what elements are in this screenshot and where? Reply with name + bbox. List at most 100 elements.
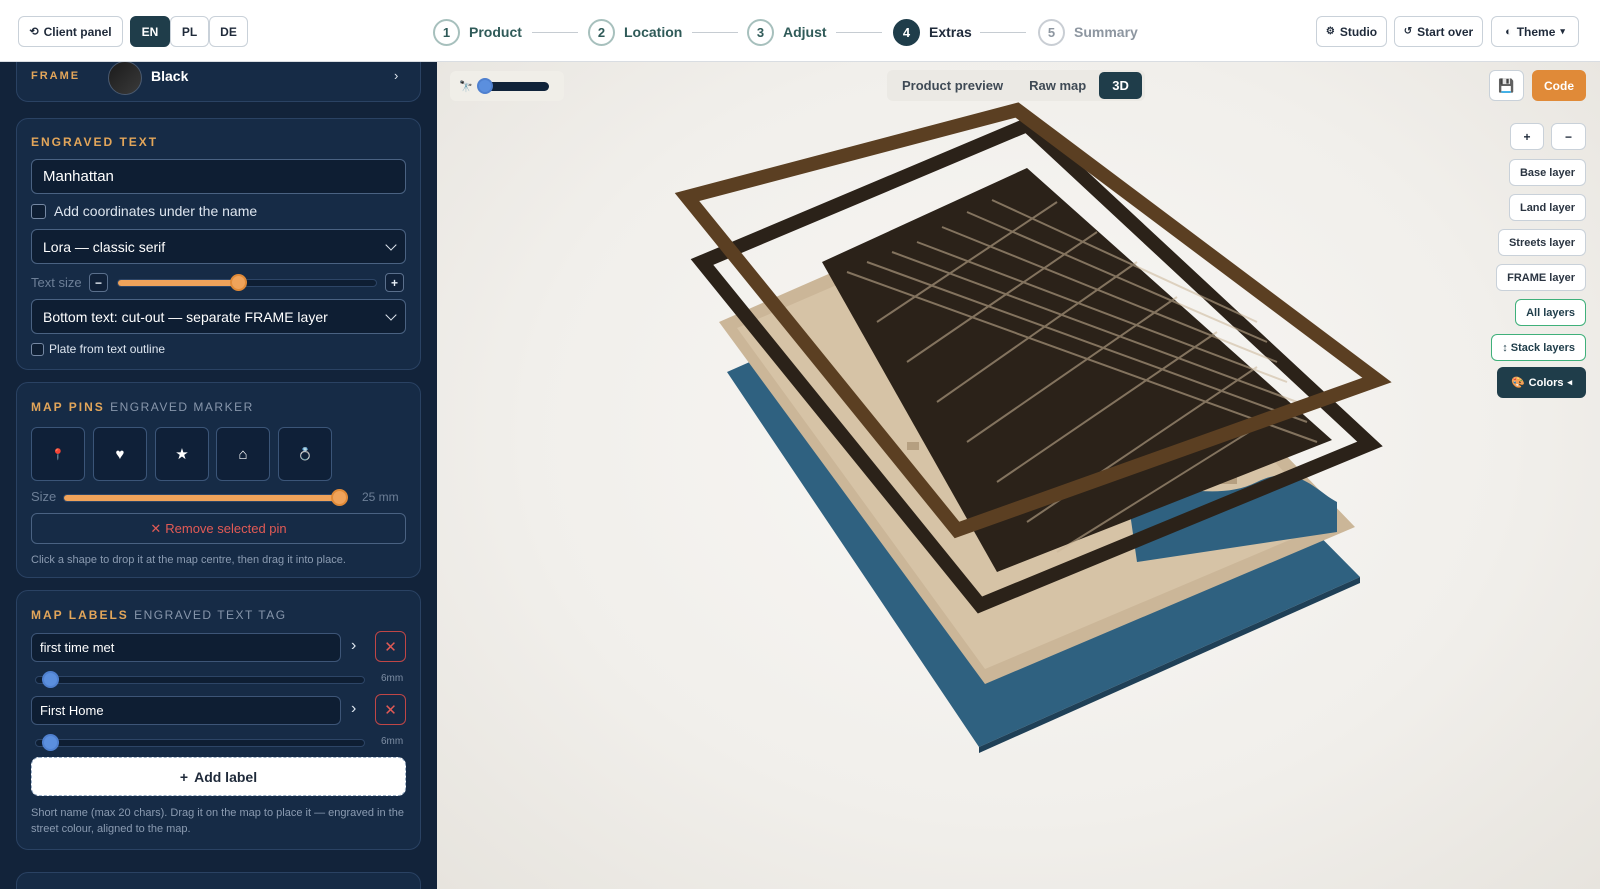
base-layer-button[interactable]: Base layer xyxy=(1508,159,1586,186)
pin-shape-heart[interactable]: ♥ xyxy=(93,427,147,481)
label-text-input[interactable]: First Home xyxy=(31,696,341,725)
slider-handle[interactable] xyxy=(42,734,59,751)
remove-pin-button[interactable]: ✕ Remove selected pin xyxy=(31,513,406,544)
slider-handle[interactable] xyxy=(331,489,348,506)
home-icon: ⌂ xyxy=(238,445,248,463)
section-title: MAP PINS ENGRAVED MARKER xyxy=(31,400,254,414)
slider-fill xyxy=(118,280,237,286)
chevron-right-icon[interactable]: › xyxy=(351,637,363,655)
label-size-value: 6mm xyxy=(381,736,404,747)
zoom-out-button[interactable]: − xyxy=(1551,123,1586,150)
theme-button[interactable]: ◐ Theme ▾ xyxy=(1491,16,1579,47)
section-title-text: MAP LABELS xyxy=(31,608,129,622)
pin-shape-star[interactable]: ★ xyxy=(155,427,209,481)
step-label: Product xyxy=(469,24,522,40)
stack-icon: ↕ xyxy=(1502,341,1508,354)
pins-hint: Click a shape to drop it at the map cent… xyxy=(31,554,346,566)
land-layer-button[interactable]: Land layer xyxy=(1508,194,1586,221)
label-text-input[interactable]: first time met xyxy=(31,633,341,662)
frame-card[interactable]: FRAME Black › xyxy=(16,62,421,102)
step-extras[interactable]: 4 Extras xyxy=(893,18,972,46)
plus-icon: + xyxy=(179,768,189,785)
section-title: ENGRAVED TEXT xyxy=(31,135,159,149)
step-summary[interactable]: 5 Summary xyxy=(1038,18,1138,46)
lang-pl-button[interactable]: PL xyxy=(170,16,209,47)
bottom-text-select[interactable]: Bottom text: cut-out — separate FRAME la… xyxy=(31,299,406,334)
client-panel-button[interactable]: ⟲ Client panel xyxy=(18,16,123,47)
plate-checkbox-label: Plate from text outline xyxy=(49,342,166,356)
add-label-button[interactable]: + Add label xyxy=(31,757,406,796)
caret-down-icon: ▾ xyxy=(1560,26,1565,36)
save-icon: 💾 xyxy=(1498,77,1515,93)
code-button[interactable]: Code xyxy=(1532,70,1586,101)
stack-layers-label: Stack layers xyxy=(1510,341,1575,354)
slider-handle[interactable] xyxy=(229,274,247,291)
top-bar: ⟲ Client panel EN PL DE 1 Product 2 Loca… xyxy=(0,0,1600,62)
step-number: 1 xyxy=(433,18,460,46)
label-size-slider[interactable] xyxy=(35,671,365,688)
sidebar: FRAME Black › ENGRAVED TEXT Manhattan Ad… xyxy=(0,62,437,889)
section-subtitle: ENGRAVED MARKER xyxy=(110,400,254,414)
map-3d-viewport[interactable]: 🔭 Product preview Raw map 3D 💾 Code + − … xyxy=(437,62,1600,889)
colors-button[interactable]: 🎨 Colors ◂ xyxy=(1497,367,1586,398)
map-pins-card: MAP PINS ENGRAVED MARKER 📍 ♥ ★ ⌂ 💍 Size … xyxy=(16,382,421,578)
pin-shape-map-pin[interactable]: 📍 xyxy=(31,427,85,481)
start-over-button[interactable]: ↺ Start over xyxy=(1394,16,1483,47)
pin-size-slider[interactable] xyxy=(63,489,348,506)
text-size-label: Text size xyxy=(31,275,82,290)
pin-size-label: Size xyxy=(31,489,57,504)
chevron-down-icon xyxy=(385,308,397,321)
zoom-control[interactable]: 🔭 xyxy=(450,71,564,101)
delete-label-button[interactable]: ✕ xyxy=(375,631,406,662)
step-label: Location xyxy=(624,24,683,40)
close-icon: ✕ xyxy=(150,520,162,536)
step-location[interactable]: 2 Location xyxy=(588,18,682,46)
layered-map-render[interactable] xyxy=(437,62,1600,889)
all-layers-button[interactable]: All layers xyxy=(1515,299,1586,326)
text-size-increase-button[interactable]: + xyxy=(385,273,404,292)
section-title: MAP LABELS ENGRAVED TEXT TAG xyxy=(31,608,287,622)
step-product[interactable]: 1 Product xyxy=(433,18,522,46)
labels-hint: Short name (max 20 chars). Drag it on th… xyxy=(31,807,404,835)
telescope-icon: 🔭 xyxy=(459,80,473,93)
text-size-decrease-button[interactable]: − xyxy=(89,273,108,292)
add-label-text: Add label xyxy=(194,768,258,785)
colors-label: Colors xyxy=(1528,376,1564,389)
slider-handle[interactable] xyxy=(476,77,493,94)
step-connector xyxy=(532,32,578,33)
step-number: 5 xyxy=(1038,18,1065,46)
step-label: Adjust xyxy=(783,24,827,40)
engraved-text-input[interactable]: Manhattan xyxy=(31,159,406,194)
text-size-slider[interactable] xyxy=(117,274,377,291)
stack-layers-button[interactable]: ↕ Stack layers xyxy=(1491,334,1586,361)
tab-product-preview[interactable]: Product preview xyxy=(889,72,1016,99)
zoom-slider[interactable] xyxy=(476,77,549,94)
view-mode-tabs: Product preview Raw map 3D xyxy=(887,70,1145,101)
chevron-right-icon[interactable]: › xyxy=(351,700,363,718)
tab-raw-map[interactable]: Raw map xyxy=(1016,72,1099,99)
tab-3d[interactable]: 3D xyxy=(1099,72,1142,99)
engraved-text-card: ENGRAVED TEXT Manhattan Add coordinates … xyxy=(16,118,421,370)
step-label: Summary xyxy=(1074,24,1138,40)
lang-en-button[interactable]: EN xyxy=(130,16,170,47)
zoom-in-button[interactable]: + xyxy=(1510,123,1544,150)
studio-button[interactable]: ⚙ Studio xyxy=(1316,16,1387,47)
slider-handle[interactable] xyxy=(42,671,59,688)
step-number: 3 xyxy=(747,18,774,46)
frame-layer-button[interactable]: FRAME layer xyxy=(1496,264,1586,291)
pin-shape-home[interactable]: ⌂ xyxy=(216,427,270,481)
coordinates-checkbox-label: Add coordinates under the name xyxy=(54,203,258,219)
label-size-slider[interactable] xyxy=(35,734,365,751)
history-icon: ⟲ xyxy=(29,26,39,38)
font-select[interactable]: Lora — classic serif xyxy=(31,229,406,264)
pin-shape-ring[interactable]: 💍 xyxy=(278,427,332,481)
lang-de-button[interactable]: DE xyxy=(209,16,248,47)
heart-icon: ♥ xyxy=(115,445,125,463)
delete-label-button[interactable]: ✕ xyxy=(375,694,406,725)
step-adjust[interactable]: 3 Adjust xyxy=(747,18,827,46)
plate-checkbox[interactable] xyxy=(31,343,44,356)
streets-layer-button[interactable]: Streets layer xyxy=(1497,229,1586,256)
coordinates-checkbox[interactable] xyxy=(31,204,46,219)
save-button[interactable]: 💾 xyxy=(1489,70,1524,101)
remove-pin-label: Remove selected pin xyxy=(165,521,287,536)
